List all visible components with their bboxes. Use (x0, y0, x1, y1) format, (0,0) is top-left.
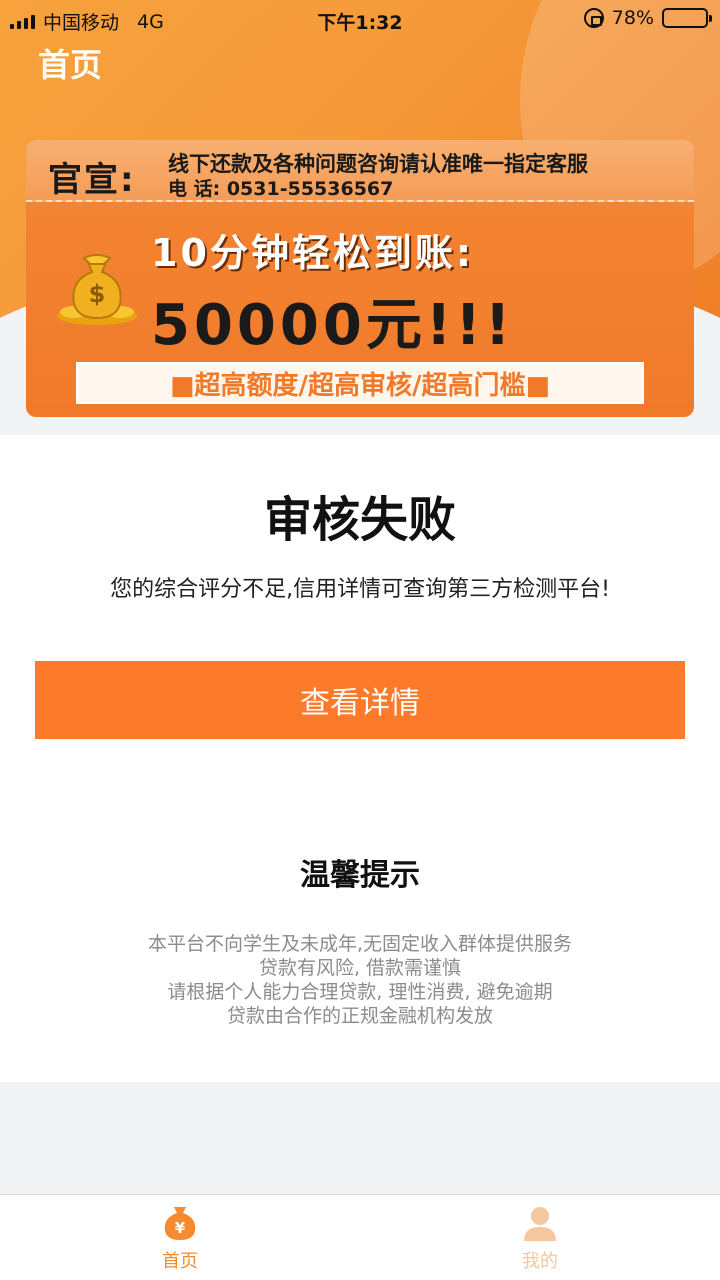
rotation-lock-icon (583, 8, 604, 28)
result-description: 您的综合评分不足,信用详情可查询第三方检测平台! (110, 577, 610, 602)
money-bag-yen-icon: ¥ (164, 1207, 196, 1240)
banner-tagline: ■超高额度/超高审核/超高门槛■ (76, 362, 644, 404)
tip-line: 本平台不向学生及未成年,无固定收入群体提供服务 (147, 933, 573, 955)
tips-title: 温馨提示 (300, 858, 420, 893)
banner-official: 官宣: (48, 160, 136, 200)
page-title: 首页 (38, 46, 103, 84)
banner-headline: 10分钟轻松到账: (151, 231, 475, 275)
money-bag-icon: $ (57, 254, 137, 325)
tab-home[interactable]: ¥ 首页 (120, 1203, 240, 1273)
person-icon (524, 1207, 556, 1241)
tab-me-label: 我的 (522, 1251, 558, 1272)
tip-line: 贷款有风险, 借款需谨慎 (258, 957, 462, 979)
battery-icon (662, 8, 712, 28)
status-bar: 中国移动 4G 下午1:32 78% (0, 0, 720, 38)
svg-text:$: $ (89, 280, 106, 308)
tab-me[interactable]: 我的 (480, 1203, 600, 1273)
tip-line: 请根据个人能力合理贷款, 理性消费, 避免逾期 (167, 981, 553, 1003)
view-details-button[interactable]: 查看详情 (35, 661, 685, 739)
tip-line: 贷款由合作的正规金融机构发放 (226, 1005, 493, 1027)
banner-notice-line2: 电 话: 0531-55536567 (168, 178, 394, 200)
result-title: 审核失败 (263, 492, 456, 548)
result-panel: 审核失败 您的综合评分不足,信用详情可查询第三方检测平台! 查看详情 温馨提示 … (0, 435, 720, 1082)
tips-text: 本平台不向学生及未成年,无固定收入群体提供服务 贷款有风险, 借款需谨慎 请根据… (0, 932, 720, 1028)
tab-bar: ¥ 首页 我的 (0, 1194, 720, 1280)
battery-percent: 78% (611, 7, 654, 29)
tab-home-label: 首页 (162, 1251, 198, 1272)
promo-banner[interactable]: 官宣: 线下还款及各种问题咨询请认准唯一指定客服 电 话: 0531-55536… (26, 140, 694, 417)
banner-amount: 50000元!!! (151, 293, 515, 358)
svg-text:¥: ¥ (175, 1219, 186, 1237)
